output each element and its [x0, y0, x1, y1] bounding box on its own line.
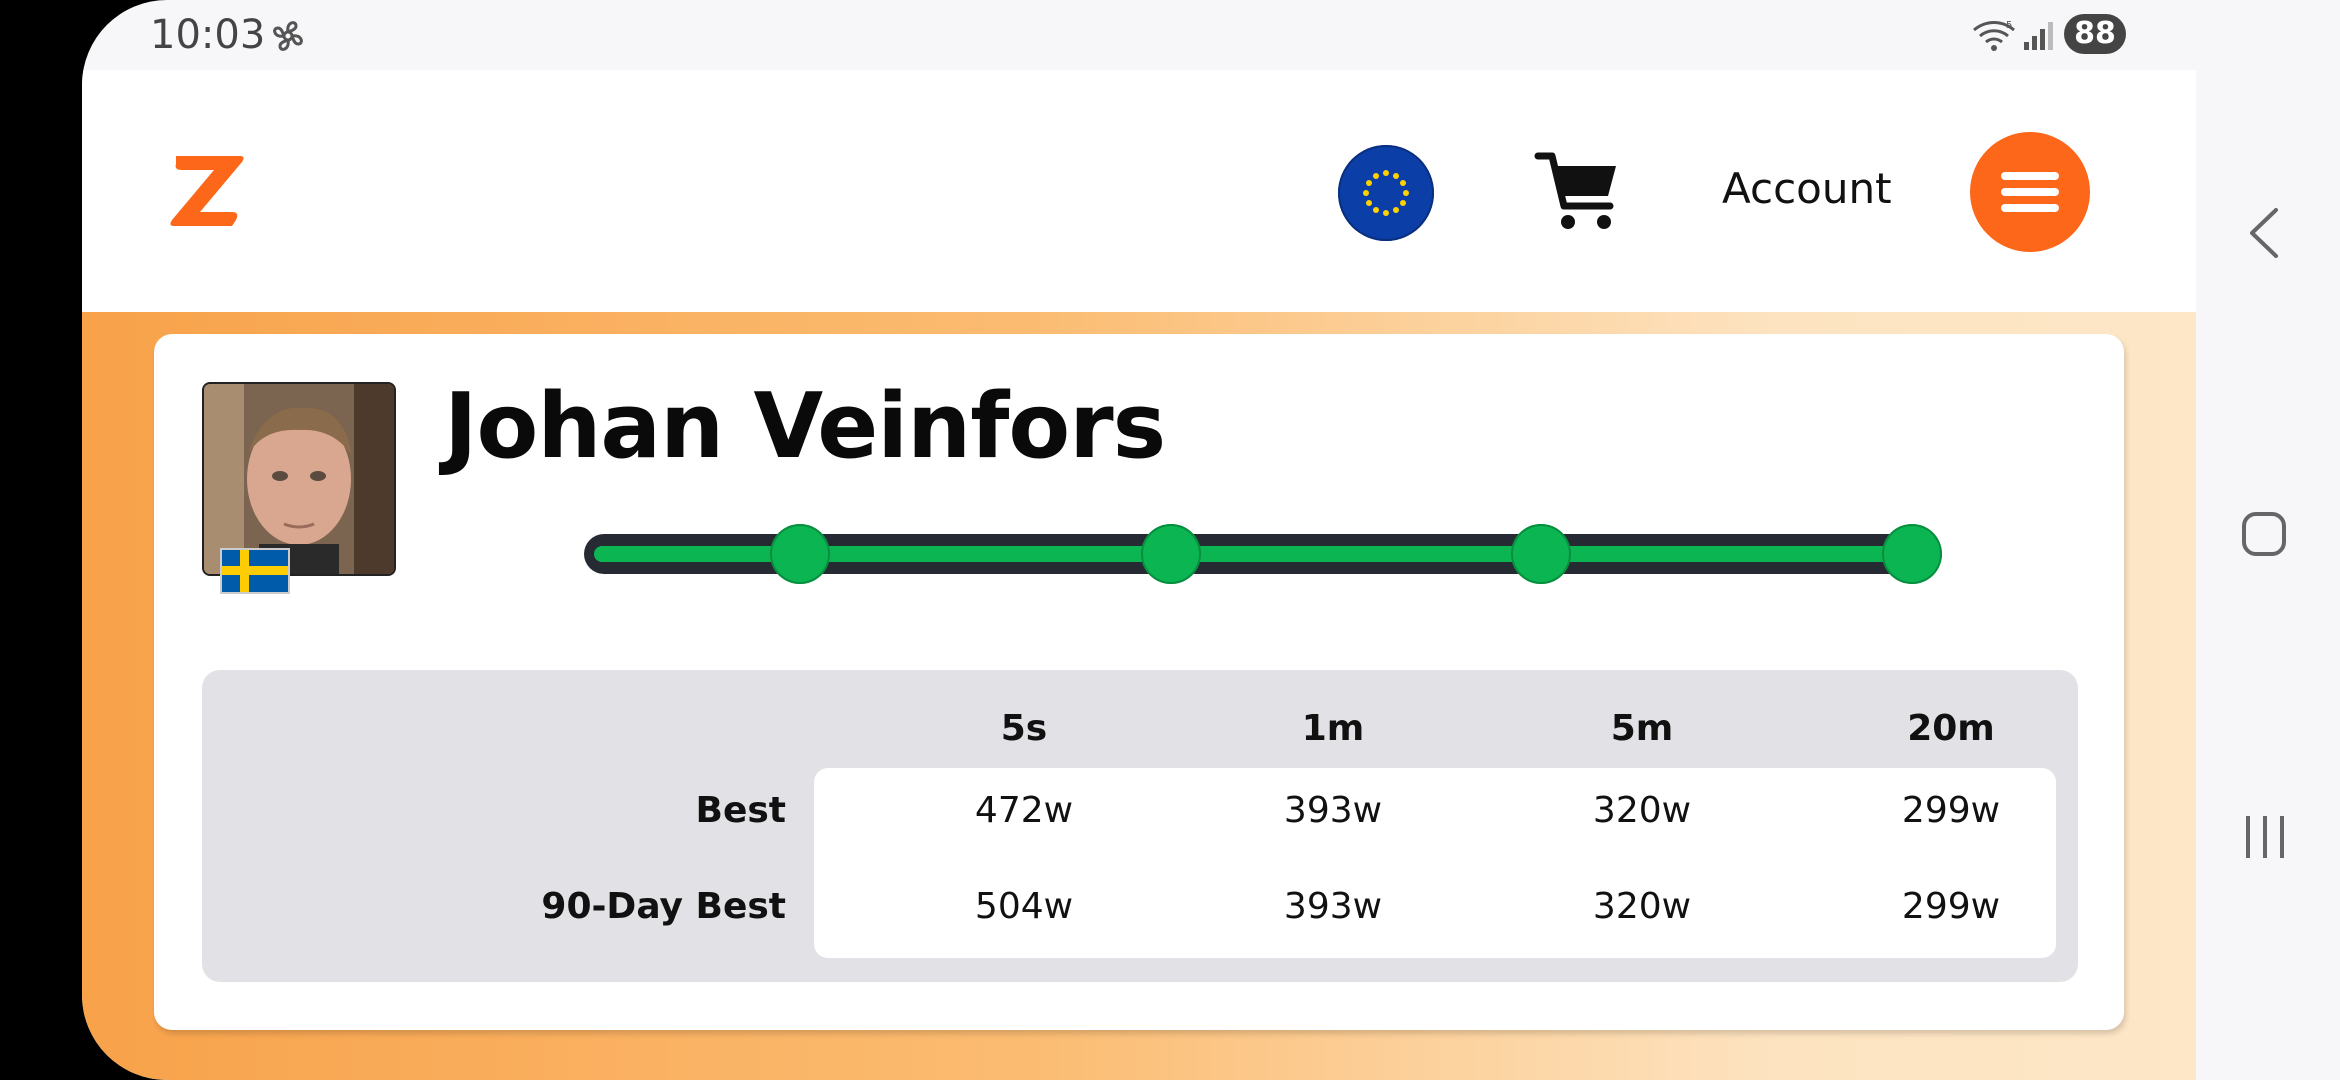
progress-step-dot: [1511, 524, 1571, 584]
row-label: Best: [695, 790, 787, 831]
svg-text:5: 5: [2006, 20, 2012, 31]
table-cell: 504w: [974, 886, 1074, 927]
progress-track: [584, 524, 1942, 584]
battery-indicator: 88: [2064, 14, 2126, 54]
back-icon[interactable]: [2242, 204, 2284, 262]
column-header: 1m: [1301, 708, 1365, 749]
hamburger-menu-button[interactable]: [1970, 132, 2090, 252]
eu-flag-icon: [1363, 170, 1409, 216]
athlete-name: Johan Veinfors: [444, 374, 1166, 479]
region-selector-button[interactable]: [1338, 145, 1434, 241]
avatar[interactable]: [202, 382, 396, 576]
progress-step-dot: [1141, 524, 1201, 584]
hamburger-bar: [2001, 204, 2059, 212]
wifi-icon: 5: [1973, 20, 2015, 51]
sweden-flag-icon: [220, 548, 290, 594]
table-cell: 472w: [974, 790, 1074, 831]
table-cell: 299w: [1901, 886, 2001, 927]
column-header: 20m: [1907, 708, 1995, 749]
power-table: 5s 1m 5m 20m Best 472w 393w 320w 299w 90…: [202, 670, 2078, 982]
status-time: 10:03: [150, 12, 266, 58]
table-cell: 299w: [1901, 790, 2001, 831]
row-label: 90-Day Best: [541, 886, 786, 927]
zwift-logo[interactable]: [166, 152, 248, 230]
avatar-photo: [204, 384, 394, 574]
recents-icon[interactable]: [2240, 812, 2290, 862]
status-bar: 10:03 5 88: [82, 0, 2196, 70]
profile-banner: Johan Veinfors 5s 1m 5m 20m Best 472w 39…: [82, 312, 2196, 1080]
table-cell: 393w: [1283, 790, 1383, 831]
table-cell: 320w: [1592, 886, 1692, 927]
cart-icon[interactable]: [1534, 150, 1624, 234]
table-cell: 393w: [1283, 886, 1383, 927]
column-header: 5s: [1000, 708, 1048, 749]
phone-screen: 10:03 5 88 Account Johan Veinfors 5s 1m …: [82, 0, 2340, 1080]
hamburger-menu-icon: [2001, 172, 2059, 180]
home-icon[interactable]: [2240, 510, 2288, 558]
site-header: Account: [82, 70, 2196, 312]
signal-icon: [2024, 22, 2053, 50]
progress-step-dot: [1882, 524, 1942, 584]
fan-icon: [273, 21, 303, 51]
table-cell: 320w: [1592, 790, 1692, 831]
webpage: Account Johan Veinfors 5s 1m 5m 20m Best…: [82, 70, 2196, 1080]
column-header: 5m: [1610, 708, 1674, 749]
profile-card: Johan Veinfors 5s 1m 5m 20m Best 472w 39…: [154, 334, 2124, 1030]
hamburger-bar: [2001, 188, 2059, 196]
progress-step-dot: [770, 524, 830, 584]
account-link[interactable]: Account: [1722, 164, 1892, 213]
